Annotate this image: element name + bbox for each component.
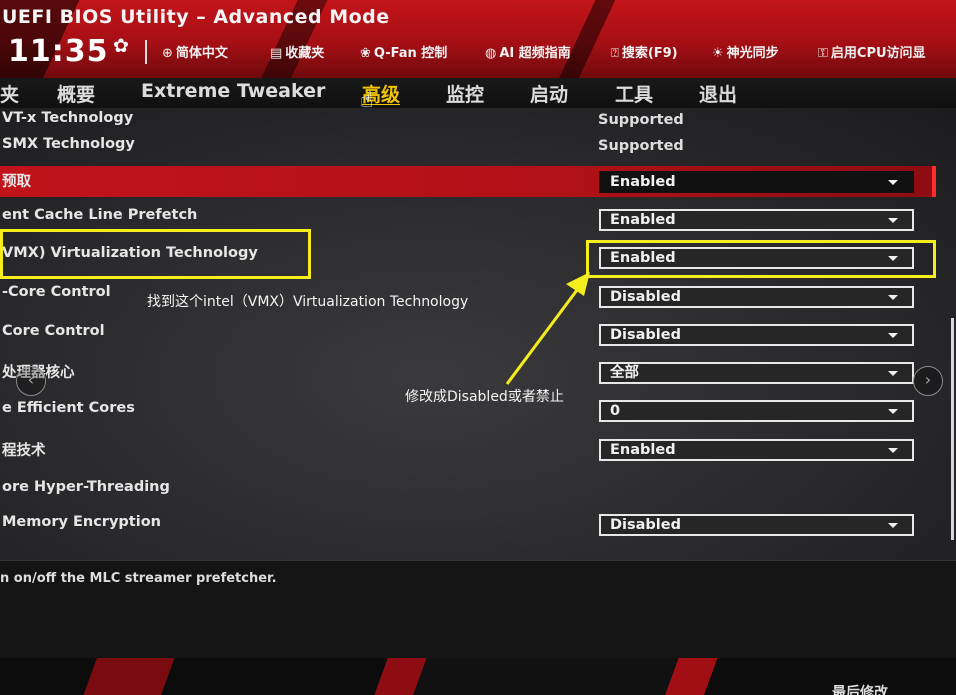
header-divider <box>145 40 147 64</box>
setting-value: Supported <box>598 138 684 154</box>
tab-main[interactable]: 概要 <box>57 80 95 107</box>
tab-tool[interactable]: 工具 <box>615 80 653 107</box>
fan-icon: ❀ <box>360 46 371 61</box>
app-title: UEFI BIOS Utility – Advanced Mode <box>2 6 390 28</box>
label-highlight-box <box>0 229 311 279</box>
search-button[interactable]: ⍰ 搜索(F9) <box>611 42 678 61</box>
memory-encryption-dropdown[interactable]: Disabled <box>599 514 914 536</box>
tab-exit[interactable]: 退出 <box>699 80 737 107</box>
tab-favorites[interactable]: 夹 <box>0 80 19 107</box>
setting-label: 程技术 <box>2 443 46 459</box>
chevron-left-icon[interactable]: ‹ <box>16 366 46 396</box>
chevron-down-icon <box>888 295 898 300</box>
tab-monitor[interactable]: 监控 <box>446 80 484 107</box>
bookmark-icon: ▤ <box>270 46 283 61</box>
tab-boot[interactable]: 启动 <box>530 80 568 107</box>
efficient-cores-dropdown[interactable]: 0 <box>599 400 914 422</box>
scrollbar[interactable] <box>951 318 954 540</box>
globe-icon: ⊕ <box>162 46 173 61</box>
setting-label: 预取 <box>2 174 31 190</box>
chevron-down-icon <box>888 409 898 414</box>
help-text: n on/off the MLC streamer prefetcher. <box>0 571 277 586</box>
clock: 11:35 <box>8 34 109 69</box>
chevron-down-icon <box>888 448 898 453</box>
chevron-down-icon <box>888 523 898 528</box>
core-control-dropdown[interactable]: Disabled <box>599 324 914 346</box>
setting-label: -Core Control <box>2 284 111 300</box>
gear-icon[interactable]: ✿ <box>113 35 129 57</box>
core-control-dropdown[interactable]: Disabled <box>599 286 914 308</box>
favorites-button[interactable]: ▤ 收藏夹 <box>270 42 324 61</box>
chevron-down-icon <box>888 371 898 376</box>
help-icon: ⍰ <box>611 46 619 61</box>
chevron-down-icon <box>888 218 898 223</box>
tab-extreme-tweaker[interactable]: Extreme Tweaker <box>141 80 325 102</box>
qfan-button[interactable]: ❀ Q-Fan 控制 <box>360 42 447 61</box>
cpu-access-button[interactable]: ⚿ 启用CPU访问显 <box>818 42 926 61</box>
hyperthreading-dropdown[interactable]: Enabled <box>599 439 914 461</box>
cache-line-prefetch-dropdown[interactable]: Enabled <box>599 209 914 231</box>
chevron-down-icon <box>888 333 898 338</box>
setting-label: ore Hyper-Threading <box>2 479 170 495</box>
ai-oc-button[interactable]: ◍ AI 超频指南 <box>485 42 571 61</box>
setting-value: Supported <box>598 112 684 128</box>
active-cores-dropdown[interactable]: 全部 <box>599 362 914 384</box>
last-modified-button[interactable]: 最后修改 <box>832 682 888 695</box>
dropdown-highlight-box <box>586 240 936 278</box>
chevron-right-icon[interactable]: › <box>913 366 943 396</box>
change-annotation: 修改成Disabled或者禁止 <box>405 389 564 405</box>
setting-label: Core Control <box>2 323 105 339</box>
ai-icon: ◍ <box>485 46 497 61</box>
setting-label: e Efficient Cores <box>2 400 135 416</box>
language-button[interactable]: ⊕ 简体中文 <box>162 42 228 61</box>
setting-label: Memory Encryption <box>2 514 161 530</box>
footer-bar <box>0 658 956 695</box>
setting-label: ent Cache Line Prefetch <box>2 207 198 223</box>
cpu-access-icon: ⚿ <box>818 46 828 61</box>
setting-label: SMX Technology <box>2 136 135 152</box>
chevron-down-icon <box>888 180 898 185</box>
aura-button[interactable]: ☀ 神光同步 <box>712 42 779 61</box>
aura-icon: ☀ <box>712 46 724 61</box>
setting-label: VT-x Technology <box>2 110 134 126</box>
find-annotation: 找到这个intel（VMX）Virtualization Technology <box>147 294 469 310</box>
prefetch-dropdown[interactable]: Enabled <box>599 171 914 193</box>
